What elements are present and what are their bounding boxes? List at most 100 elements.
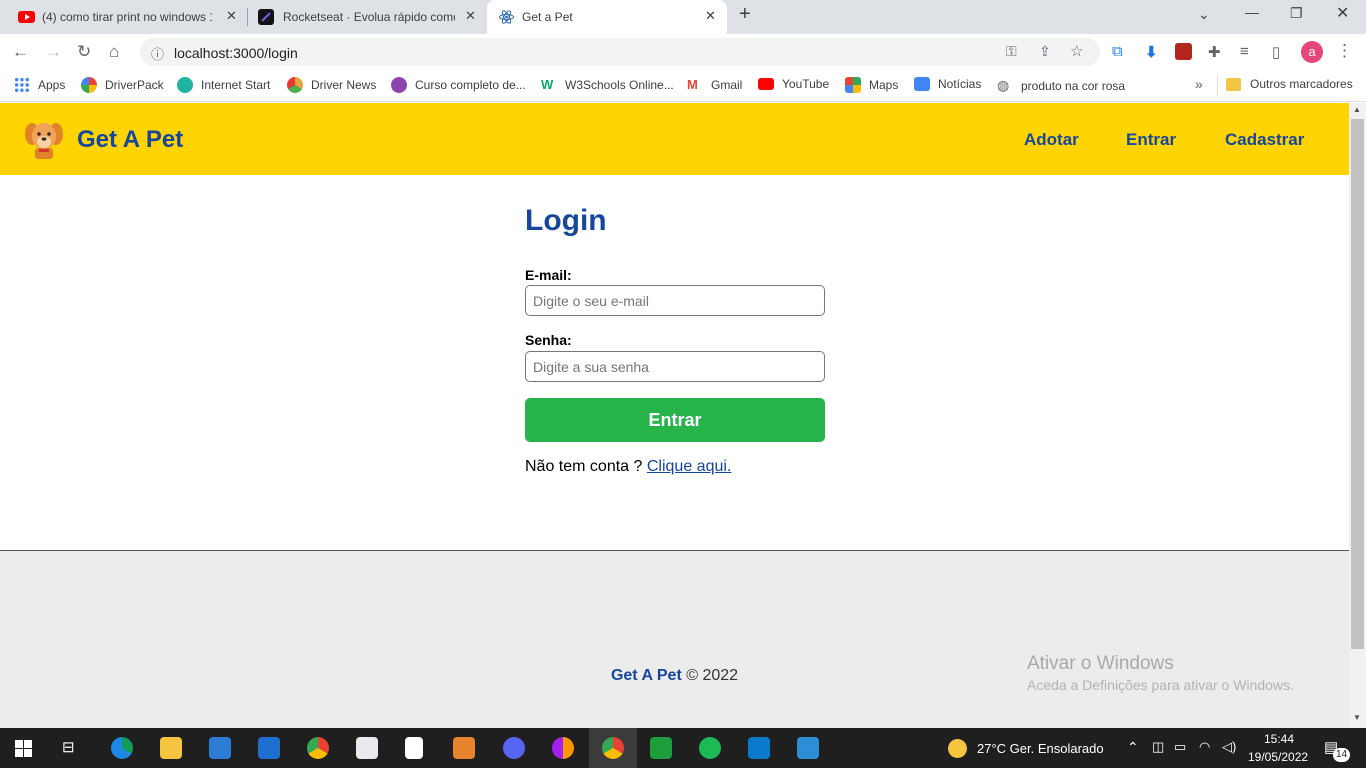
share-icon[interactable]: ⇪ — [1039, 43, 1051, 60]
password-field[interactable] — [525, 351, 825, 382]
bookmark-driverpack[interactable]: DriverPack — [81, 77, 164, 93]
task-view-icon[interactable]: ⊟ — [62, 738, 75, 756]
media-player-icon[interactable] — [453, 737, 475, 759]
home-icon[interactable]: ⌂ — [109, 42, 119, 62]
close-tab-icon[interactable]: ✕ — [705, 8, 716, 24]
new-tab-button[interactable]: + — [739, 3, 751, 26]
edge-icon[interactable] — [111, 737, 133, 759]
windows-start-icon[interactable] — [15, 740, 32, 757]
signup-prompt: Não tem conta ? Clique aqui. — [525, 458, 731, 476]
email-field[interactable] — [525, 285, 825, 316]
tab-get-a-pet[interactable]: Get a Pet ✕ — [487, 0, 727, 34]
page-scrollbar[interactable]: ▲ ▼ — [1349, 103, 1366, 728]
tab-youtube[interactable]: (4) como tirar print no windows 1 ✕ — [0, 0, 246, 34]
profile-avatar[interactable]: a — [1301, 41, 1323, 63]
browser-tab-strip: (4) como tirar print no windows 1 ✕ Rock… — [0, 0, 1366, 34]
bookmark-internet-start[interactable]: Internet Start — [177, 77, 270, 93]
w3schools-icon: W — [541, 77, 554, 92]
vscode-icon[interactable] — [748, 737, 770, 759]
puzzle-icon[interactable]: ✚ — [1208, 43, 1221, 61]
tab-search-icon[interactable]: ⌄ — [1198, 6, 1210, 23]
bookmark-curso[interactable]: Curso completo de... — [391, 77, 526, 93]
weather-icon[interactable] — [948, 739, 967, 758]
nav-entrar-link[interactable]: Entrar — [1126, 130, 1176, 150]
extension-icon[interactable] — [1175, 43, 1192, 60]
bookmark-youtube[interactable]: YouTube — [758, 77, 829, 91]
restore-icon[interactable]: ❐ — [1290, 5, 1303, 22]
brand-name[interactable]: Get A Pet — [77, 126, 183, 154]
clock-time[interactable]: 15:44 — [1264, 732, 1294, 746]
curso-icon — [391, 77, 407, 93]
weather-text[interactable]: 27°C Ger. Ensolarado — [977, 741, 1104, 756]
signup-prompt-text: Não tem conta ? — [525, 458, 643, 475]
battery-icon[interactable]: ▭ — [1174, 739, 1186, 755]
window-app-icon[interactable] — [356, 737, 378, 759]
bookmarks-divider — [1217, 76, 1218, 96]
scroll-down-icon[interactable]: ▼ — [1353, 713, 1361, 722]
rocketseat-icon — [258, 9, 274, 25]
bookmark-gmail[interactable]: M Gmail — [687, 77, 742, 92]
bookmark-maps[interactable]: Maps — [845, 77, 898, 93]
photos-icon[interactable] — [797, 737, 819, 759]
media-icon[interactable]: ≡ — [1240, 43, 1249, 60]
bookmark-apps[interactable]: Apps — [14, 77, 65, 93]
site-footer: Get A Pet © 2022 — [0, 550, 1349, 728]
wifi-icon[interactable]: ◠ — [1199, 739, 1210, 755]
side-panel-icon[interactable]: ▯ — [1272, 43, 1280, 61]
nav-cadastrar-link[interactable]: Cadastrar — [1225, 130, 1304, 150]
dog-logo-icon[interactable] — [24, 118, 64, 160]
clock-date[interactable]: 19/05/2022 — [1248, 750, 1308, 764]
site-info-icon[interactable]: ⓘ — [151, 44, 164, 63]
volume-icon[interactable]: ◁) — [1222, 739, 1236, 755]
file-explorer-icon[interactable] — [160, 737, 182, 759]
more-bookmarks-icon[interactable]: » — [1195, 76, 1203, 92]
bookmark-label: Driver News — [311, 78, 377, 92]
nav-adotar-link[interactable]: Adotar — [1024, 130, 1079, 150]
bookmark-driver-news[interactable]: Driver News — [287, 77, 376, 93]
discord-icon[interactable] — [503, 737, 525, 759]
menu-icon[interactable]: ⋮ — [1336, 41, 1353, 61]
address-bar[interactable]: ⓘ localhost:3000/login ⚿ ⇪ ☆ — [140, 38, 1100, 66]
tab-rocketseat[interactable]: Rocketseat · Evolua rápido como ✕ — [248, 0, 486, 34]
bookmark-other[interactable]: Outros marcadores — [1226, 77, 1353, 91]
bookmark-noticias[interactable]: Notícias — [914, 77, 981, 91]
utorrent-icon[interactable] — [650, 737, 672, 759]
translate-icon[interactable]: ⧉ — [1112, 43, 1123, 60]
tray-app-icon[interactable]: ◫ — [1152, 739, 1164, 755]
url-text[interactable]: localhost:3000/login — [174, 45, 298, 61]
scrollbar-thumb[interactable] — [1351, 119, 1364, 649]
chrome-icon[interactable] — [602, 737, 624, 759]
login-submit-button[interactable]: Entrar — [525, 398, 825, 442]
windows-activation-text: Aceda a Definições para ativar o Windows… — [1027, 677, 1294, 693]
key-icon[interactable]: ⚿ — [1006, 43, 1017, 60]
mail-icon[interactable] — [258, 737, 280, 759]
firefox-icon[interactable] — [552, 737, 574, 759]
windows-activation-title: Ativar o Windows — [1027, 653, 1174, 674]
notepad-icon[interactable] — [405, 737, 423, 759]
spotify-icon[interactable] — [699, 737, 721, 759]
footer-copyright: © 2022 — [686, 667, 739, 684]
back-icon[interactable]: ← — [12, 42, 29, 62]
download-icon[interactable]: ⬇ — [1145, 43, 1158, 61]
bookmarks-bar: Apps DriverPack Internet Start Driver Ne… — [0, 70, 1366, 102]
signup-link[interactable]: Clique aqui. — [647, 458, 732, 475]
notification-badge: 14 — [1333, 748, 1350, 762]
tray-chevron-icon[interactable]: ⌃ — [1127, 739, 1139, 756]
reload-icon[interactable]: ↻ — [77, 42, 91, 62]
minimize-icon[interactable]: — — [1245, 4, 1259, 20]
close-window-icon[interactable]: ✕ — [1336, 3, 1349, 23]
close-tab-icon[interactable]: ✕ — [465, 8, 476, 24]
close-tab-icon[interactable]: ✕ — [226, 8, 237, 24]
tab-title: (4) como tirar print no windows 1 — [42, 10, 212, 24]
chrome-canary-icon[interactable] — [307, 737, 329, 759]
bookmark-label: Outros marcadores — [1250, 77, 1353, 91]
scroll-up-icon[interactable]: ▲ — [1353, 105, 1361, 114]
folder-icon — [1226, 77, 1241, 91]
bookmark-w3schools[interactable]: W W3Schools Online... — [541, 77, 674, 92]
bookmark-star-icon[interactable]: ☆ — [1070, 42, 1083, 60]
forward-icon[interactable]: → — [45, 42, 62, 62]
bookmark-produto[interactable]: ◍ produto na cor rosa — [997, 77, 1125, 94]
store-icon[interactable] — [209, 737, 231, 759]
youtube-icon — [18, 11, 35, 23]
browser-toolbar: ← → ↻ ⌂ ⓘ localhost:3000/login ⚿ ⇪ ☆ ⧉ ⬇… — [0, 34, 1366, 70]
